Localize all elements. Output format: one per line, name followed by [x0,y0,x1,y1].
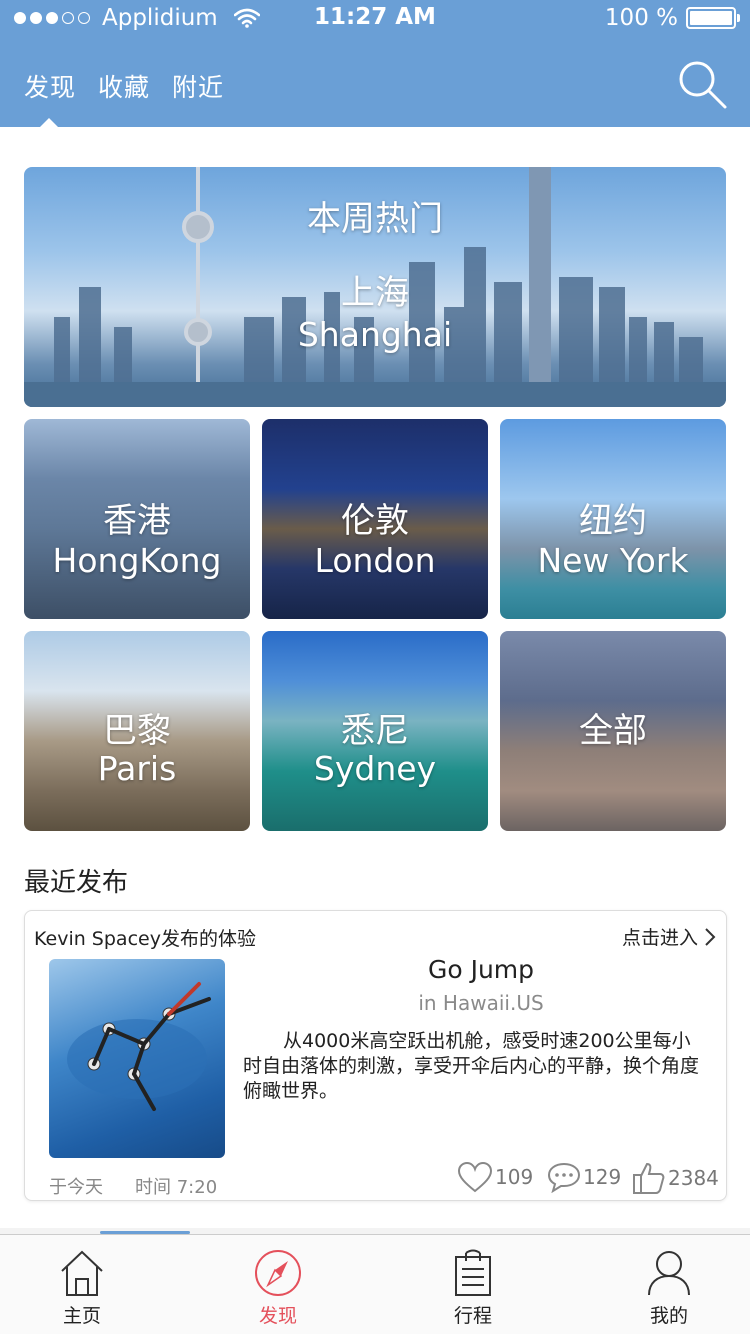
user-icon [648,1251,690,1296]
experience-location: in Hawaii.US [418,991,544,1015]
comment-icon [547,1162,581,1193]
hero-city-en: Shanghai [297,315,453,354]
active-tab-indicator [40,118,58,127]
battery-percent: 100 % [604,5,678,31]
home-icon [61,1250,103,1296]
city-name-en: London [314,541,436,580]
like-count: 109 [495,1165,534,1189]
post-time: 时间 7:20 [135,1177,218,1198]
experience-description: 从4000米高空跃出机舱，感受时速200公里每小时自由落体的刺激，享受开伞后内心… [243,1030,700,1102]
enter-label: 点击进入 [621,927,698,949]
tabbar-discover[interactable]: 发现 [233,1249,323,1328]
enter-button[interactable]: 点击进入 [622,923,716,950]
tab-label: 行程 [453,1305,492,1327]
thumbs-up-icon [633,1162,665,1194]
thumbs-up-count: 2384 [668,1166,719,1190]
hero-card-shanghai[interactable]: 本周热门 上海 Shanghai [24,167,726,407]
city-tile-sydney[interactable]: 悉尼 Sydney [262,631,488,831]
city-name-cn: 巴黎 [103,711,171,751]
tab-discover[interactable]: 发现 [24,68,76,104]
city-tile-newyork[interactable]: 纽约 New York [500,419,726,619]
hero-title: 本周热门 [307,199,443,239]
battery-status: 100 % [604,5,740,31]
bottom-tab-bar: 主页 发现 行程 我的 [0,1234,750,1334]
card-author: Kevin Spacey发布的体验 [34,928,256,950]
comment-count: 129 [583,1165,622,1189]
post-date: 于今天 [49,1177,103,1198]
city-name-en: Sydney [313,749,437,788]
tab-label: 主页 [62,1305,101,1327]
city-name-cn: 香港 [103,501,171,541]
tabbar-me[interactable]: 我的 [624,1249,714,1328]
city-tile-all[interactable]: 全部 [500,631,726,831]
city-tile-hongkong[interactable]: 香港 HongKong [24,419,250,619]
top-tabs: 发现 收藏 附近 [24,68,224,104]
tabbar-itinerary[interactable]: 行程 [428,1249,518,1328]
hero-city-cn: 上海 [341,273,409,313]
tab-favorites[interactable]: 收藏 [98,68,150,104]
city-tile-london[interactable]: 伦敦 London [262,419,488,619]
status-bar: Applidium 11:27 AM 100 % [0,0,750,36]
section-title-recent: 最近发布 [24,868,129,898]
comment-button[interactable]: 129 [547,1161,621,1193]
city-name-cn: 悉尼 [341,711,409,751]
compass-icon [255,1250,301,1296]
chevron-right-icon [705,927,716,946]
experience-image [49,959,225,1158]
tab-nearby[interactable]: 附近 [172,68,224,104]
city-name-en: HongKong [52,541,222,580]
tab-label: 发现 [258,1305,297,1327]
heart-icon [457,1161,493,1193]
battery-icon [686,7,740,29]
city-name-cn: 伦敦 [341,501,409,541]
city-name-en: Paris [97,749,177,788]
tabbar-home[interactable]: 主页 [37,1249,127,1328]
experience-title: Go Jump [427,955,535,984]
header: Applidium 11:27 AM 100 % 发现 收藏 附近 [0,0,750,127]
city-name-cn: 纽约 [579,501,647,541]
thumbs-up-button[interactable]: 2384 [632,1161,719,1195]
city-tile-paris[interactable]: 巴黎 Paris [24,631,250,831]
skydivers-image [67,982,211,1111]
tab-label: 我的 [649,1305,688,1327]
city-name-en: New York [537,541,689,580]
city-name-cn: 全部 [579,711,647,751]
search-icon[interactable] [676,58,728,110]
like-button[interactable]: 109 [457,1161,533,1193]
experience-card[interactable]: Kevin Spacey发布的体验 点击进入 Go Jump in Hawaii… [24,910,727,1201]
itinerary-icon [455,1249,491,1296]
